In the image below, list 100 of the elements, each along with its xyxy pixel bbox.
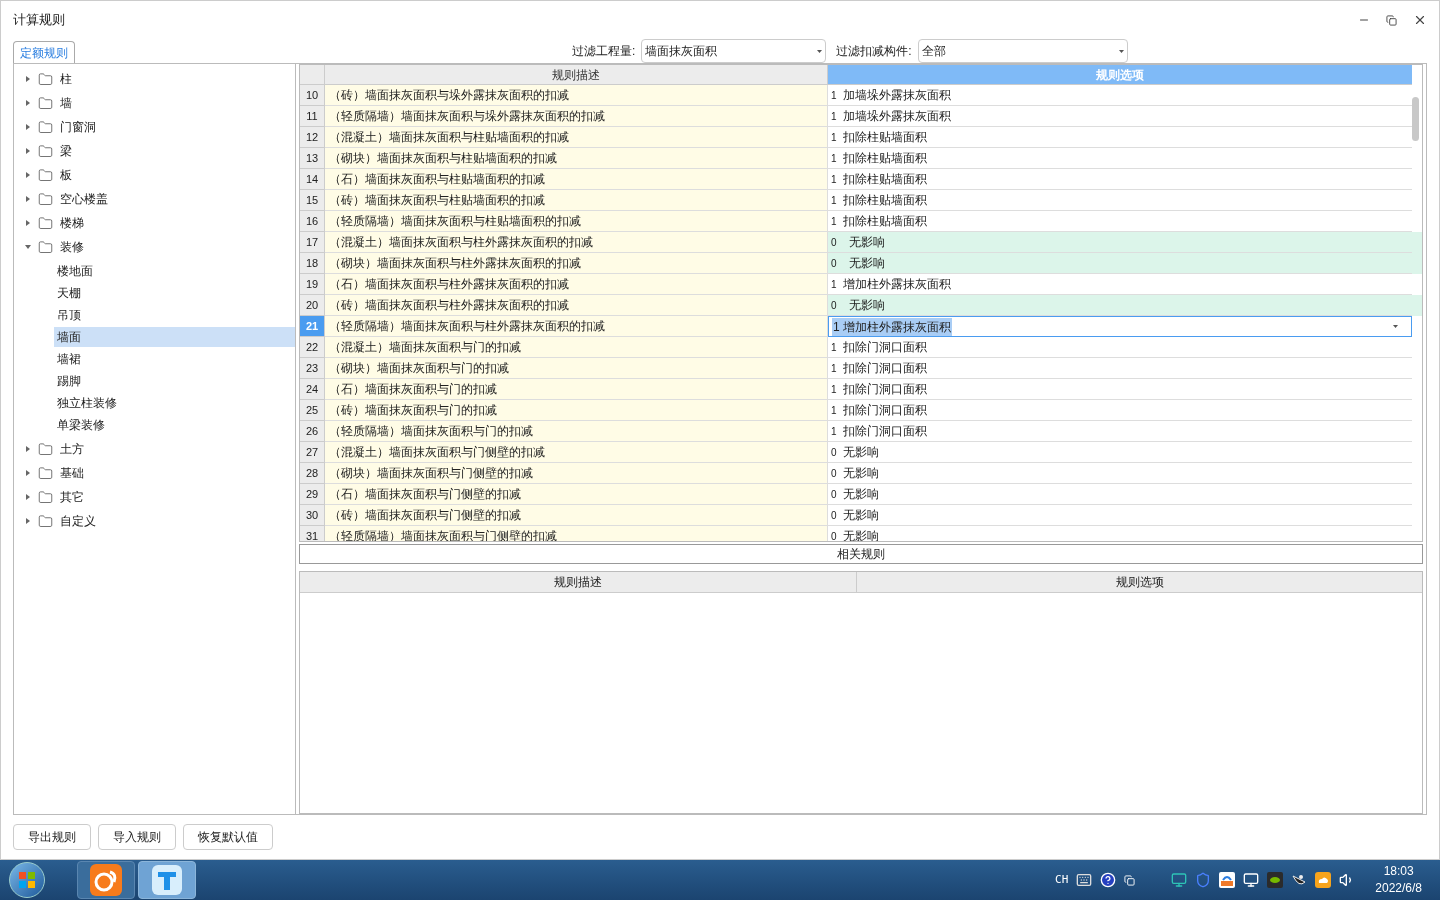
tree-item[interactable]: 墙裙 [54,349,295,369]
table-cell: （砌块）墙面抹灰面积与门侧壁的扣减 [325,463,828,484]
folder-icon [38,143,53,159]
tree-folder-item[interactable]: 基础 [14,461,295,485]
table-cell: （石）墙面抹灰面积与门的扣减 [325,379,828,400]
tree-folder-item[interactable]: 墙 [14,91,295,115]
tree-folder-item[interactable]: 其它 [14,485,295,509]
tree-folder-item[interactable]: 梁 [14,139,295,163]
row-number[interactable]: 30 [300,505,325,526]
row-number[interactable]: 13 [300,148,325,169]
collapsed-caret-icon[interactable] [25,124,31,130]
footer-button[interactable]: 导出规则 [13,824,91,850]
row-number[interactable]: 12 [300,127,325,148]
clock-date[interactable]: 2022/6/8 [1375,880,1422,897]
row-number[interactable]: 18 [300,253,325,274]
collapsed-caret-icon[interactable] [25,220,31,226]
taskbar-app[interactable] [138,861,196,899]
collapsed-caret-icon[interactable] [25,196,31,202]
row-number[interactable]: 26 [300,421,325,442]
tree-folder-item[interactable]: 装修 [14,235,295,259]
taskbar-app[interactable] [77,861,135,899]
collapsed-caret-icon[interactable] [25,100,31,106]
row-number[interactable]: 14 [300,169,325,190]
cloud-icon[interactable] [1315,872,1332,888]
filter-dropdown[interactable]: 墙面抹灰面积 [641,39,827,63]
tree-folder-item[interactable]: 土方 [14,437,295,461]
folder-icon [38,167,53,183]
row-number[interactable]: 17 [300,232,325,253]
collapsed-caret-icon[interactable] [25,172,31,178]
help-icon[interactable] [1100,872,1117,888]
tree-item[interactable]: 单梁装修 [54,415,295,435]
satellite-dish-icon[interactable] [1291,872,1308,888]
filter-dropdown[interactable]: 全部 [917,39,1128,63]
start-button[interactable] [9,862,45,898]
collapsed-caret-icon[interactable] [25,518,31,524]
input-language[interactable]: CH [1055,871,1069,889]
tree-folder-item[interactable]: 门窗洞 [14,115,295,139]
collapsed-caret-icon[interactable] [25,494,31,500]
t-logo-icon [152,865,182,895]
tree-label: 自定义 [60,513,96,530]
tree-label: 土方 [60,441,84,458]
expanded-caret-icon[interactable] [25,244,31,250]
row-number[interactable]: 31 [300,526,325,541]
row-number[interactable]: 10 [300,85,325,106]
option-cell: 1 扣除门洞口面积 [828,337,1412,358]
scrollbar-thumb[interactable] [1412,97,1419,141]
column-header[interactable]: 规则描述 [300,572,857,593]
shield-icon[interactable] [1195,872,1212,888]
tree-item[interactable]: 独立柱装修 [54,393,295,413]
table-cell: （轻质隔墙）墙面抹灰面积与柱贴墙面积的扣减 [325,211,828,232]
tree-item[interactable]: 踢脚 [54,371,295,391]
row-number[interactable]: 20 [300,295,325,316]
tree-item[interactable]: 天棚 [54,283,295,303]
tree-folder-item[interactable]: 板 [14,163,295,187]
collapsed-caret-icon[interactable] [25,446,31,452]
tree-item[interactable]: 楼地面 [54,261,295,281]
folder-icon [38,489,53,505]
folder-icon [38,119,53,135]
tree-folder-item[interactable]: 空心楼盖 [14,187,295,211]
collapsed-caret-icon[interactable] [25,470,31,476]
tree-label: 梁 [60,143,72,160]
clock-time[interactable]: 18:03 [1383,863,1414,880]
tree-folder-item[interactable]: 楼梯 [14,211,295,235]
tab[interactable]: 定额规则 [13,41,75,63]
collapsed-caret-icon[interactable] [25,148,31,154]
row-number[interactable]: 22 [300,337,325,358]
tree-label: 其它 [60,489,84,506]
restore-icon[interactable] [1386,14,1397,26]
graphics-card-icon[interactable] [1267,872,1284,888]
keyboard-icon[interactable] [1076,872,1093,888]
tree-item[interactable]: 墙面 [54,327,295,347]
row-number[interactable]: 25 [300,400,325,421]
row-number[interactable]: 27 [300,442,325,463]
collapsed-caret-icon[interactable] [25,76,31,82]
network-icon[interactable] [1243,872,1260,888]
row-number[interactable]: 19 [300,274,325,295]
row-number[interactable]: 15 [300,190,325,211]
monitor-icon[interactable] [1171,872,1188,888]
column-header[interactable]: 规则描述 [325,65,828,85]
column-header[interactable]: 规则选项 [857,572,1422,593]
row-number[interactable]: 16 [300,211,325,232]
table-cell: （砖）墙面抹灰面积与柱外露抹灰面积的扣减 [325,295,828,316]
row-number[interactable]: 11 [300,106,325,127]
option-dropdown[interactable]: 1 增加柱外露抹灰面积 [828,316,1412,337]
tree-folder-item[interactable]: 自定义 [14,509,295,533]
option-cell: 1 扣除门洞口面积 [828,400,1412,421]
footer-button[interactable]: 导入规则 [98,824,176,850]
tree-item[interactable]: 吊顶 [54,305,295,325]
tree-label: 楼梯 [60,215,84,232]
close-icon[interactable] [1413,13,1427,27]
tree-label: 空心楼盖 [60,191,108,208]
row-number[interactable]: 23 [300,358,325,379]
row-number[interactable]: 29 [300,484,325,505]
tree-folder-item[interactable]: 柱 [14,67,295,91]
row-number[interactable]: 28 [300,463,325,484]
row-number[interactable]: 24 [300,379,325,400]
footer-button[interactable]: 恢复默认值 [183,824,273,850]
dropdown-arrow-icon [817,49,823,53]
firewall-icon[interactable] [1219,872,1236,888]
filter-label: 过滤工程量: [572,43,636,60]
